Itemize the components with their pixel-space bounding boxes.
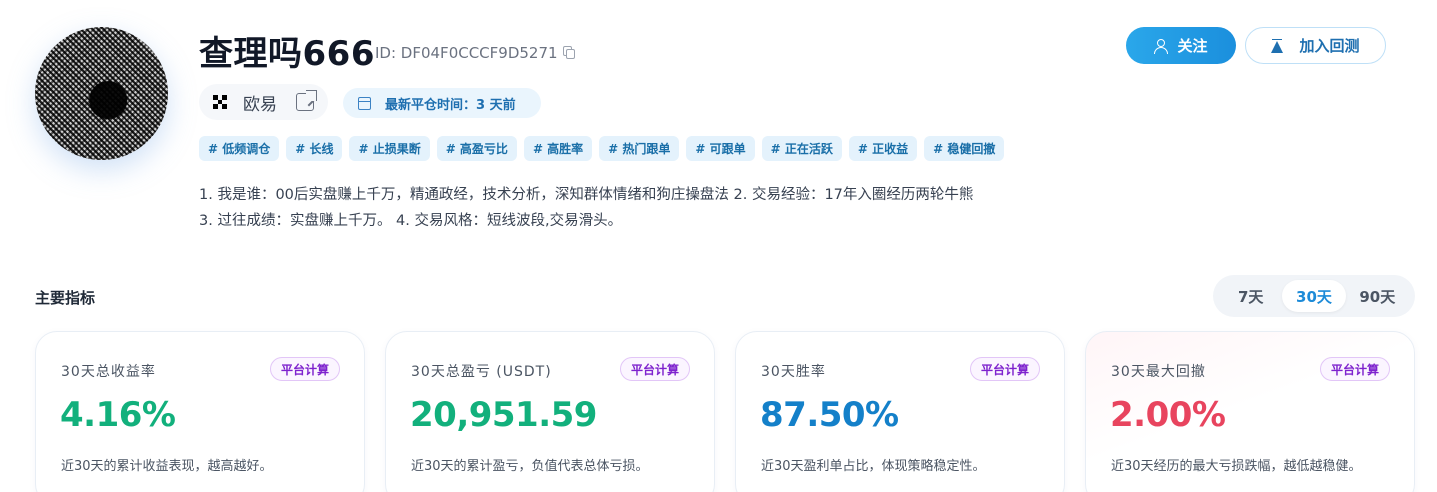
trader-id: ID: DF04F0CCCF9D5271	[375, 44, 558, 62]
avatar	[35, 27, 168, 160]
platform-badge: 平台计算	[269, 357, 340, 381]
metric-value: 87.50%	[760, 395, 899, 435]
tag: # 稳健回撤	[924, 136, 1005, 161]
follow-button[interactable]: 关注	[1126, 27, 1236, 64]
metric-description: 近30天的累计收益表现，越高越好。	[61, 459, 273, 474]
metric-label: 30天总盈亏 (USDT)	[411, 364, 552, 380]
tag: # 正在活跃	[761, 136, 842, 161]
bio: 1. 我是谁：00后实盘赚上千万，精通政经，技术分析，深知群体情绪和狗庄操盘法 …	[199, 182, 1099, 234]
metric-value: 4.16%	[60, 395, 176, 435]
copy-icon[interactable]	[563, 46, 575, 59]
trader-name: 查理吗666	[199, 34, 375, 74]
tag: # 热门跟单	[599, 136, 680, 161]
metric-description: 近30天盈利单占比，体现策略稳定性。	[761, 459, 986, 474]
section-title: 主要指标	[35, 289, 96, 307]
tag-list: # 低频调仓 # 长线 # 止损果断 # 高盈亏比 # 高胜率 # 热门跟单 #…	[199, 136, 1005, 161]
period-30d[interactable]: 30天	[1282, 280, 1346, 312]
exchange-link[interactable]: 欧易	[199, 84, 328, 120]
tag: # 可跟单	[686, 136, 755, 161]
tag: # 高盈亏比	[436, 136, 517, 161]
metric-label: 30天总收益率	[61, 364, 156, 380]
user-icon	[1154, 38, 1169, 54]
add-backtest-button[interactable]: 加入回测	[1245, 27, 1386, 64]
tag: # 高胜率	[523, 136, 593, 161]
tag: # 长线	[286, 136, 343, 161]
platform-badge: 平台计算	[1319, 357, 1390, 381]
recent-close-badge: 最新平仓时间：3 天前	[343, 88, 541, 118]
metric-label: 30天最大回撤	[1111, 364, 1206, 380]
tag: # 正收益	[848, 136, 918, 161]
period-7d[interactable]: 7天	[1219, 280, 1282, 312]
tag: # 止损果断	[349, 136, 430, 161]
metric-label: 30天胜率	[761, 364, 826, 380]
bio-line: 3. 过往成绩：实盘赚上千万。 4. 交易风格：短线波段,交易滑头。	[199, 213, 623, 229]
metric-value: 20,951.59	[410, 395, 597, 435]
calendar-icon	[358, 96, 371, 110]
period-90d[interactable]: 90天	[1346, 280, 1409, 312]
exchange-name: 欧易	[243, 94, 277, 115]
backtest-label: 加入回测	[1299, 37, 1360, 55]
platform-badge: 平台计算	[969, 357, 1040, 381]
metric-card-pnl: 30天总盈亏 (USDT) 平台计算 20,951.59 近30天的累计盈亏，负…	[385, 331, 715, 492]
metric-cards: 30天总收益率 平台计算 4.16% 近30天的累计收益表现，越高越好。 30天…	[35, 331, 1415, 492]
bio-line: 1. 我是谁：00后实盘赚上千万，精通政经，技术分析，深知群体情绪和狗庄操盘法 …	[199, 187, 974, 203]
external-link-icon	[296, 90, 317, 111]
period-selector: 7天 30天 90天	[1213, 275, 1415, 317]
metric-description: 近30天的累计盈亏，负值代表总体亏损。	[411, 459, 649, 474]
metric-card-return: 30天总收益率 平台计算 4.16% 近30天的累计收益表现，越高越好。	[35, 331, 365, 492]
follow-label: 关注	[1177, 37, 1208, 55]
metric-value: 2.00%	[1110, 395, 1226, 435]
metric-description: 近30天经历的最大亏损跌幅，越低越稳健。	[1111, 459, 1362, 474]
tag: # 低频调仓	[199, 136, 280, 161]
metric-card-drawdown: 30天最大回撤 平台计算 2.00% 近30天经历的最大亏损跌幅，越低越稳健。	[1085, 331, 1415, 492]
recent-close-text: 最新平仓时间：3 天前	[385, 97, 516, 113]
platform-badge: 平台计算	[619, 357, 690, 381]
flask-icon	[1271, 38, 1284, 53]
okx-logo-icon	[213, 95, 227, 109]
metric-card-winrate: 30天胜率 平台计算 87.50% 近30天盈利单占比，体现策略稳定性。	[735, 331, 1065, 492]
